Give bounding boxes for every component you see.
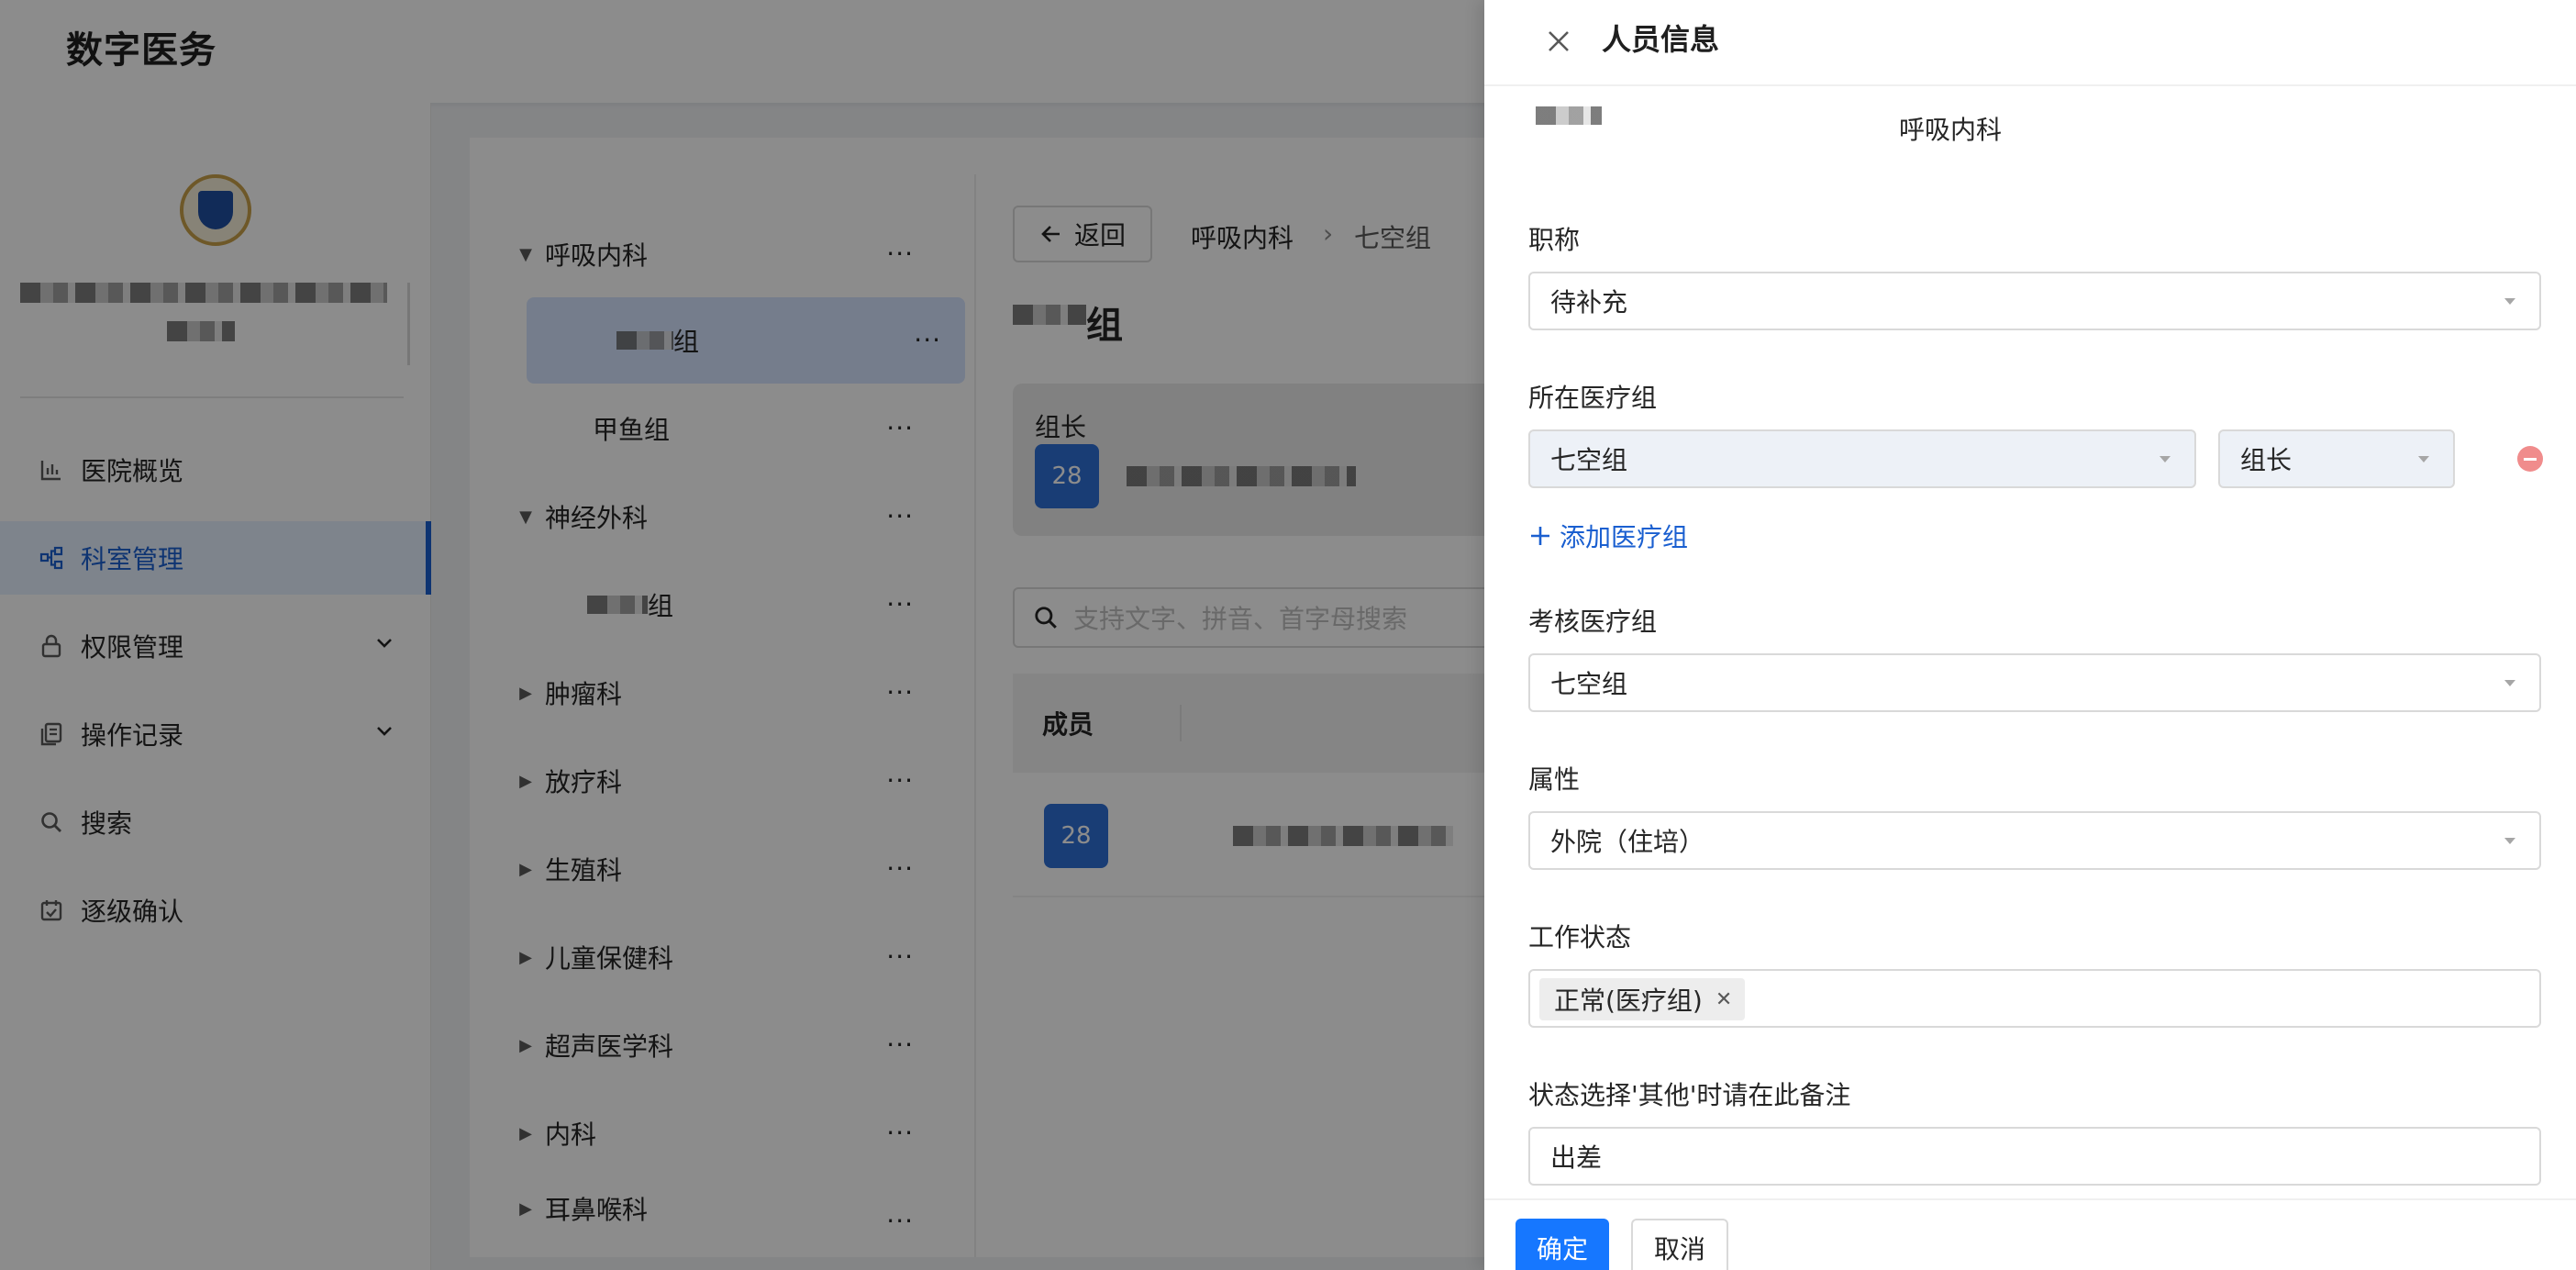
remark-input[interactable]: 出差 bbox=[1528, 1127, 2541, 1186]
status-tag: 正常(医疗组) ✕ bbox=[1539, 978, 1746, 1020]
exam-group-select[interactable]: 七空组 bbox=[1528, 653, 2541, 712]
group-role-select[interactable]: 组长 bbox=[2218, 429, 2455, 488]
remark-label: 状态选择'其他'时请在此备注 bbox=[1528, 1080, 1851, 1110]
title-select[interactable]: 待补充 bbox=[1528, 272, 2541, 330]
caret-down-icon bbox=[2504, 298, 2515, 305]
caret-down-icon bbox=[2418, 456, 2429, 462]
exam-group-label: 考核医疗组 bbox=[1528, 607, 1658, 637]
attribute-select[interactable]: 外院（住培） bbox=[1528, 811, 2541, 870]
add-group-button[interactable]: 添加医疗组 bbox=[1528, 518, 1688, 554]
work-status-multiselect[interactable]: 正常(医疗组) ✕ bbox=[1528, 969, 2541, 1028]
caret-down-icon bbox=[2160, 456, 2171, 462]
caret-down-icon bbox=[2504, 838, 2515, 844]
group-label: 所在医疗组 bbox=[1528, 383, 1658, 413]
caret-down-icon bbox=[2504, 680, 2515, 686]
medical-group-select[interactable]: 七空组 bbox=[1528, 429, 2196, 488]
close-button[interactable] bbox=[1538, 20, 1580, 62]
drawer-footer: 确定 取消 bbox=[1484, 1198, 2576, 1270]
drawer-header: 人员信息 bbox=[1484, 0, 2576, 86]
cancel-button[interactable]: 取消 bbox=[1631, 1219, 1728, 1270]
remove-group-button[interactable] bbox=[2517, 446, 2543, 472]
close-icon bbox=[1549, 31, 1569, 51]
confirm-button[interactable]: 确定 bbox=[1516, 1219, 1609, 1270]
title-label: 职称 bbox=[1528, 225, 1581, 255]
minus-icon bbox=[2524, 457, 2537, 461]
work-status-label: 工作状态 bbox=[1528, 922, 1632, 952]
plus-icon bbox=[1531, 527, 1549, 545]
person-info-drawer: 人员信息 呼吸内科 职称 待补充 所在医疗组 七空组 组长 添加医疗组 考核医疗… bbox=[1484, 0, 2576, 1270]
drawer-title: 人员信息 bbox=[1602, 22, 1720, 57]
close-icon[interactable]: ✕ bbox=[1715, 988, 1732, 1011]
attribute-label: 属性 bbox=[1528, 764, 1581, 795]
staff-info-redacted bbox=[1536, 106, 1602, 125]
department-value: 呼吸内科 bbox=[1899, 115, 2003, 145]
